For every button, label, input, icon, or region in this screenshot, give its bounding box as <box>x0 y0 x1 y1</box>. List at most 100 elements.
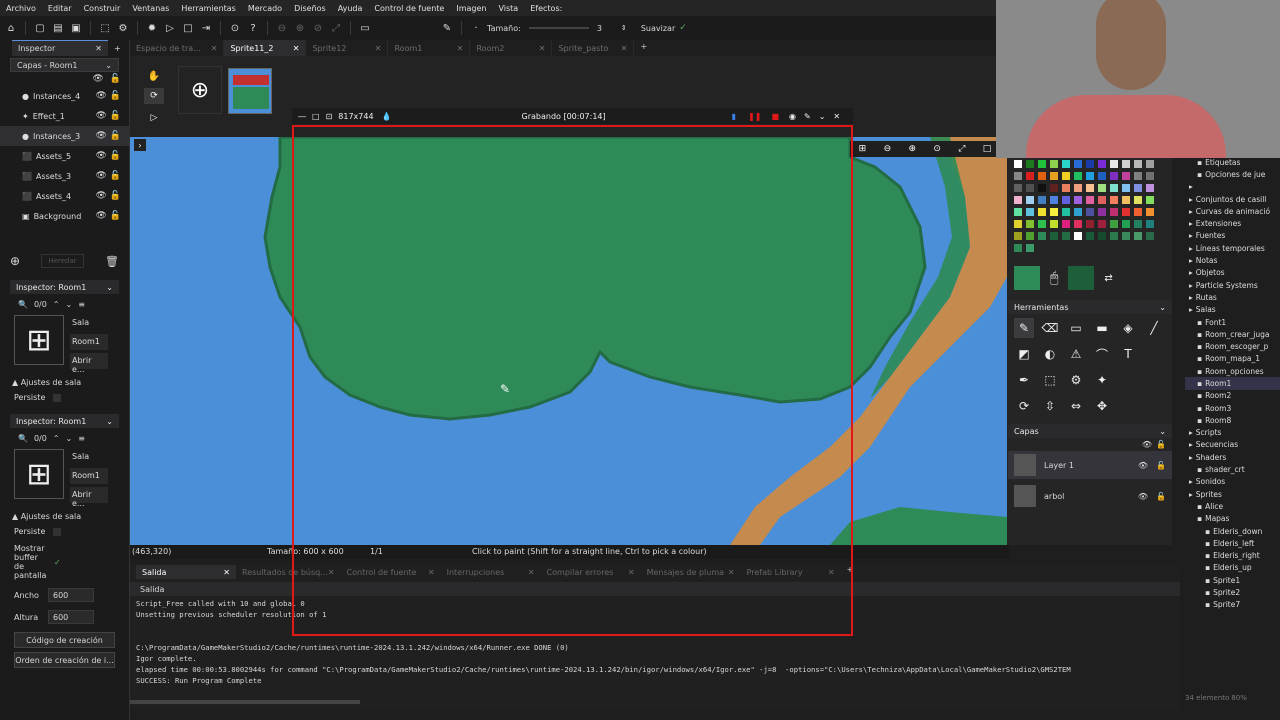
tree-item[interactable]: ▸ Shaders <box>1185 451 1280 463</box>
close-icon[interactable]: ✕ <box>539 44 546 53</box>
window-icon[interactable]: □ <box>312 112 320 121</box>
tree-item[interactable]: ▸ <box>1185 181 1280 193</box>
document-tab[interactable]: Espacio de tra... ✕ <box>130 40 225 56</box>
tree-item[interactable]: ▪ Room_escoger_p <box>1185 340 1280 352</box>
tree-item[interactable]: ▸ Sonidos <box>1185 476 1280 488</box>
palette-swatch[interactable] <box>1098 220 1106 228</box>
package-icon[interactable]: ⬚ <box>98 21 112 35</box>
tree-item[interactable]: ▪ Room3 <box>1185 402 1280 414</box>
brush-tool-icon[interactable]: ▬ <box>1092 318 1112 338</box>
add-tab-icon[interactable]: + <box>634 40 653 56</box>
build-icon[interactable]: ⚙ <box>116 21 130 35</box>
palette-swatch[interactable] <box>1098 160 1106 168</box>
layer-item[interactable]: ● Instances_4 👁 🔓 <box>0 86 129 106</box>
tree-item[interactable]: ▸ Rutas <box>1185 291 1280 303</box>
eye-icon[interactable]: 👁 <box>1138 492 1148 501</box>
palette-swatch[interactable] <box>1086 196 1094 204</box>
palette-swatch[interactable] <box>1074 172 1082 180</box>
tree-item[interactable]: ▸ Conjuntos de casill <box>1185 193 1280 205</box>
menu-item[interactable]: Ayuda <box>332 4 369 13</box>
grid-icon[interactable]: ⊞ <box>859 144 867 154</box>
palette-swatch[interactable] <box>1098 208 1106 216</box>
tree-item[interactable]: ▸ Fuentes <box>1185 230 1280 242</box>
frame-thumbnail[interactable] <box>228 68 272 114</box>
eraser-tool-icon[interactable]: ⌫ <box>1040 318 1060 338</box>
tree-item[interactable]: ▪ Room_mapa_1 <box>1185 353 1280 365</box>
creation-code-button[interactable]: Código de creación <box>14 632 115 648</box>
close-icon[interactable]: ✕ <box>223 568 230 577</box>
palette-swatch[interactable] <box>1086 184 1094 192</box>
document-tab[interactable]: Sprite12 ✕ <box>306 40 389 56</box>
open-folder-icon[interactable]: ▤ <box>51 21 65 35</box>
wand-tool-icon[interactable]: ✦ <box>1092 370 1112 390</box>
room-name-field[interactable]: Room1 <box>70 334 108 350</box>
close-icon[interactable]: ✕ <box>95 44 102 53</box>
palette-swatch[interactable] <box>1086 172 1094 180</box>
loop-icon[interactable]: ⟳ <box>144 88 164 104</box>
eye-icon[interactable]: 👁 <box>1138 461 1148 470</box>
creation-order-button[interactable]: Orden de creación de i... <box>14 652 115 668</box>
rectangle-tool-icon[interactable]: ◩ <box>1014 344 1034 364</box>
fill-tool-icon[interactable]: ◈ <box>1118 318 1138 338</box>
close-icon[interactable]: ✕ <box>211 44 218 53</box>
visibility-lock-icons[interactable]: 👁 🔓 <box>96 171 122 181</box>
tree-item[interactable]: ▸ Particle Systems <box>1185 279 1280 291</box>
chevron-up-icon[interactable]: ⌃ <box>53 434 60 443</box>
palette-swatch[interactable] <box>1062 220 1070 228</box>
palette-swatch[interactable] <box>1038 184 1046 192</box>
fullscreen-icon[interactable]: ⤢ <box>958 144 965 154</box>
room-settings-section-2[interactable]: ▲ Ajustes de sala <box>0 510 129 523</box>
layer-row-1[interactable]: Layer 1 👁 🔓 <box>1008 451 1172 479</box>
search-icon[interactable]: 🔍 <box>18 300 28 309</box>
tree-item[interactable]: ▪ Alice <box>1185 500 1280 512</box>
lock-icon[interactable]: 🔓 <box>1156 492 1166 501</box>
palette-swatch[interactable] <box>1014 196 1022 204</box>
palette-swatch[interactable] <box>1086 160 1094 168</box>
tree-item[interactable]: ▪ Font1 <box>1185 316 1280 328</box>
menu-icon[interactable]: ≡ <box>78 434 85 443</box>
fit-icon[interactable]: ⤢ <box>329 21 343 35</box>
visibility-lock-icons[interactable]: 👁 🔓 <box>96 191 122 201</box>
open-editor-button[interactable]: Abrir e... <box>70 487 108 508</box>
move-tool-icon[interactable]: ✥ <box>1092 396 1112 416</box>
window-icon[interactable]: ▭ <box>358 21 372 35</box>
gradient-tool-icon[interactable]: ⚠ <box>1066 344 1086 364</box>
document-tab[interactable]: Room2 ✕ <box>470 40 553 56</box>
inspector-room-header-2[interactable]: Inspector: Room1 ⌄ <box>10 414 119 428</box>
close-icon[interactable]: ✕ <box>375 44 382 53</box>
room-settings-section-1[interactable]: ▲ Ajustes de sala <box>0 376 129 389</box>
home-icon[interactable]: ⌂ <box>4 21 18 35</box>
persist-checkbox[interactable] <box>53 527 62 536</box>
zoom-in-icon[interactable]: ⊕ <box>293 21 307 35</box>
palette-swatch[interactable] <box>1134 208 1142 216</box>
palette-swatch[interactable] <box>1074 220 1082 228</box>
color-picker-tool-icon[interactable]: ✒ <box>1014 370 1034 390</box>
palette-swatch[interactable] <box>1014 184 1022 192</box>
palette-swatch[interactable] <box>1146 196 1154 204</box>
tree-item[interactable]: ▪ Room8 <box>1185 414 1280 426</box>
tree-item[interactable]: ▸ Notas <box>1185 254 1280 266</box>
palette-swatch[interactable] <box>1134 220 1142 228</box>
curve-tool-icon[interactable]: ⌒ <box>1092 344 1112 364</box>
rotate-tool-icon[interactable]: ⟳ <box>1014 396 1034 416</box>
layers-select[interactable]: Capas - Room1 ⌄ <box>10 58 119 72</box>
tree-item[interactable]: ▸ Objetos <box>1185 267 1280 279</box>
tree-item[interactable]: ▪ Opciones de jue <box>1185 168 1280 180</box>
palette-swatch[interactable] <box>1134 184 1142 192</box>
palette-swatch[interactable] <box>1062 196 1070 204</box>
zoom-out-icon[interactable]: ⊖ <box>884 144 892 154</box>
select-tool-icon[interactable]: ⬚ <box>1040 370 1060 390</box>
palette-swatch[interactable] <box>1122 232 1130 240</box>
menu-item[interactable]: Efectos: <box>524 4 568 13</box>
tree-item[interactable]: ▸ Líneas temporales <box>1185 242 1280 254</box>
layers-header[interactable]: Capas ⌄ <box>1008 424 1172 438</box>
stop-icon[interactable]: □ <box>181 21 195 35</box>
buffer-checkbox[interactable]: ✓ <box>54 558 61 567</box>
tree-item[interactable]: ▪ Sprite7 <box>1185 599 1280 611</box>
tree-item[interactable]: ▸ Scripts <box>1185 427 1280 439</box>
collapse-icon[interactable]: ⌄ <box>819 112 826 121</box>
resize-icon[interactable]: ⊡ <box>326 112 333 121</box>
menu-item[interactable]: Editar <box>42 4 78 13</box>
palette-swatch[interactable] <box>1062 208 1070 216</box>
palette-swatch[interactable] <box>1026 232 1034 240</box>
